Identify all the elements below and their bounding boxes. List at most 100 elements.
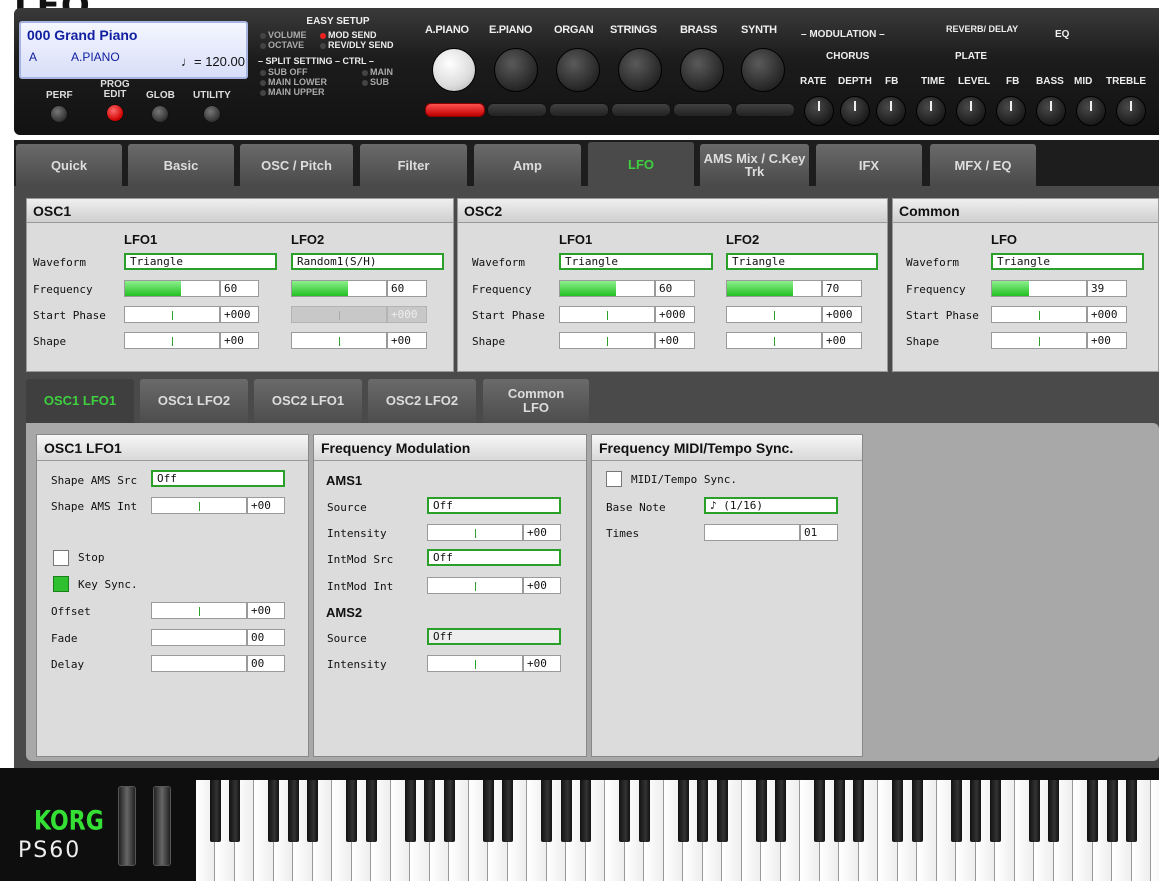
strings-knob[interactable] [618,48,662,92]
intmod-int-slider[interactable] [427,577,523,594]
black-key[interactable] [209,780,221,842]
offset-value[interactable]: +00 [247,602,285,619]
osc1-lfo1-start-phase-value[interactable]: +000 [220,306,259,323]
ams2-intensity-slider[interactable] [427,655,523,672]
subtab-common-lfo[interactable]: Common LFO [483,379,589,423]
common-lfo-frequency-slider[interactable] [991,280,1087,297]
offset-slider[interactable] [151,602,247,619]
mid-knob[interactable] [1076,96,1106,126]
black-key[interactable] [1048,780,1059,842]
utility-button[interactable]: UTILITY [193,91,231,123]
tab-osc-pitch[interactable]: OSC / Pitch [240,144,353,186]
black-key[interactable] [560,780,572,842]
osc2-lfo2-start-phase-slider[interactable] [726,306,822,323]
black-key[interactable] [989,780,1001,842]
black-key[interactable] [1028,780,1040,842]
black-key[interactable] [814,780,825,842]
epiano-knob[interactable] [494,48,538,92]
osc2-lfo1-waveform-select[interactable]: Triangle [559,253,713,270]
osc2-lfo2-shape-value[interactable]: +00 [822,332,862,349]
black-key[interactable] [970,780,981,842]
subtab-osc2-lfo1[interactable]: OSC2 LFO1 [254,379,362,423]
black-key[interactable] [950,780,962,842]
common-lfo-start-phase-slider[interactable] [991,306,1087,323]
osc1-lfo2-waveform-select[interactable]: Random1(S/H) [291,253,444,270]
black-key[interactable] [619,780,630,842]
glob-button[interactable]: GLOB [146,91,175,123]
rate-knob[interactable] [804,96,834,126]
osc2-lfo1-frequency-value[interactable]: 60 [655,280,695,297]
category-pad-epiano[interactable] [487,103,547,117]
tab-basic[interactable]: Basic [128,144,234,186]
main-upper-option[interactable]: MAIN UPPER [260,87,325,97]
black-key[interactable] [911,780,923,842]
sub-off-option[interactable]: SUB OFF [260,67,308,77]
black-key[interactable] [229,780,240,842]
shape-ams-int-value[interactable]: +00 [247,497,285,514]
osc1-lfo1-waveform-select[interactable]: Triangle [124,253,277,270]
osc2-lfo2-start-phase-value[interactable]: +000 [822,306,862,323]
black-key[interactable] [755,780,767,842]
treble-knob[interactable] [1116,96,1146,126]
osc2-lfo1-start-phase-slider[interactable] [559,306,655,323]
main-option[interactable]: MAIN [362,67,393,77]
black-key[interactable] [287,780,299,842]
perf-button[interactable]: PERF [46,91,73,123]
ams2-source-select[interactable]: Off [427,628,561,645]
tab-amp[interactable]: Amp [474,144,581,186]
category-pad-brass[interactable] [673,103,733,117]
osc1-lfo1-frequency-value[interactable]: 60 [220,280,259,297]
black-key[interactable] [853,780,864,842]
intmod-int-value[interactable]: +00 [523,577,561,594]
ams2-intensity-value[interactable]: +00 [523,655,561,672]
time-knob[interactable] [916,96,946,126]
octave-option[interactable]: OCTAVE [260,40,304,50]
subtab-osc1-lfo1[interactable]: OSC1 LFO1 [26,379,134,423]
ams1-source-select[interactable]: Off [427,497,561,514]
osc2-lfo2-waveform-select[interactable]: Triangle [726,253,878,270]
common-lfo-frequency-value[interactable]: 39 [1087,280,1127,297]
osc2-lfo1-start-phase-value[interactable]: +000 [655,306,695,323]
black-key[interactable] [268,780,279,842]
osc2-lfo2-frequency-value[interactable]: 70 [822,280,862,297]
black-key[interactable] [1106,780,1118,842]
osc1-lfo1-start-phase-slider[interactable] [124,306,220,323]
osc2-lfo2-shape-slider[interactable] [726,332,822,349]
black-key[interactable] [1126,780,1137,842]
osc2-lfo1-shape-slider[interactable] [559,332,655,349]
black-key[interactable] [443,780,455,842]
prog-edit-button[interactable]: PROG EDIT [100,80,130,122]
black-key[interactable] [775,780,786,842]
osc2-lfo2-frequency-slider[interactable] [726,280,822,297]
tab-quick[interactable]: Quick [16,144,122,186]
tab-mfx-eq[interactable]: MFX / EQ [930,144,1036,186]
mod-wheel[interactable] [153,786,171,866]
common-lfo-shape-value[interactable]: +00 [1087,332,1127,349]
times-value[interactable]: 01 [800,524,838,541]
apiano-knob[interactable] [432,48,476,92]
keyboard[interactable] [196,780,1159,881]
fade-slider[interactable] [151,629,247,646]
fade-value[interactable]: 00 [247,629,285,646]
osc1-lfo2-frequency-slider[interactable] [291,280,387,297]
depth-knob[interactable] [840,96,870,126]
category-pad-apiano[interactable] [425,103,485,117]
black-key[interactable] [1087,780,1098,842]
organ-knob[interactable] [556,48,600,92]
black-key[interactable] [638,780,650,842]
delay-slider[interactable] [151,655,247,672]
tab-filter[interactable]: Filter [360,144,467,186]
tab-ams-mix[interactable]: AMS Mix / C.Key Trk [700,144,809,186]
black-key[interactable] [833,780,845,842]
osc1-lfo2-shape-slider[interactable] [291,332,387,349]
base-note-select[interactable]: ♪ (1/16) [704,497,838,514]
category-pad-synth[interactable] [735,103,795,117]
black-key[interactable] [697,780,708,842]
bass-knob[interactable] [1036,96,1066,126]
revdly-send-option[interactable]: REV/DLY SEND [320,40,394,50]
subtab-osc1-lfo2[interactable]: OSC1 LFO2 [140,379,248,423]
midi-tempo-sync-checkbox[interactable] [606,471,622,487]
osc1-lfo2-shape-value[interactable]: +00 [387,332,427,349]
subtab-osc2-lfo2[interactable]: OSC2 LFO2 [368,379,476,423]
stop-checkbox[interactable] [53,550,69,566]
